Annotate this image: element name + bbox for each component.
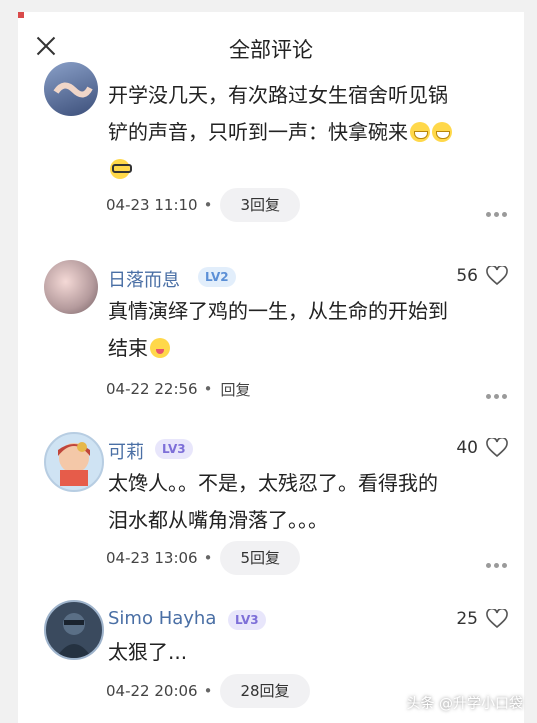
reply-button[interactable]: 28回复: [220, 674, 310, 708]
grin-icon: [432, 122, 452, 142]
watermark: 头条 @升学小口袋: [406, 696, 523, 712]
comment-item: 开学没几天，有次路过女生宿舍听见锅 铲的声音，只听到一声：快拿碗来 04-23 …: [18, 62, 524, 230]
reply-button[interactable]: 回复: [220, 379, 250, 400]
heart-icon[interactable]: [486, 438, 508, 458]
comment-item: 可莉 LV3 40 太馋人。。不是，太残忍了。看得我的 泪水都从嘴角滑落了。。。…: [18, 418, 524, 582]
comment-text: 真情演绎了鸡的一生，从生命的开始到 结束: [108, 299, 448, 360]
page-title: 全部评论: [229, 38, 313, 62]
avatar[interactable]: [44, 260, 98, 314]
comment-item: 日落而息 LV2 56 真情演绎了鸡的一生，从生命的开始到 结束 04-22 2…: [18, 248, 524, 408]
username[interactable]: 可莉: [108, 438, 144, 464]
username[interactable]: Simo Hayha: [108, 608, 216, 629]
comment-meta: 04-22 22:56 • 回复: [106, 379, 251, 400]
reply-button[interactable]: 5回复: [220, 541, 300, 575]
level-badge: LV3: [155, 439, 193, 459]
heart-icon[interactable]: [486, 266, 508, 286]
like-control[interactable]: 25: [456, 609, 508, 629]
timestamp: 04-23 11:10: [106, 196, 198, 214]
comment-meta: 04-23 13:06 • 5回复: [106, 541, 300, 575]
reply-button[interactable]: 3回复: [220, 188, 300, 222]
laugh-tongue-icon: [150, 338, 170, 358]
like-control[interactable]: 56: [456, 266, 508, 286]
like-count: 25: [456, 609, 478, 629]
like-count: 40: [456, 438, 478, 458]
avatar[interactable]: [44, 432, 104, 492]
comment-meta: 04-23 11:10 • 3回复: [106, 188, 300, 222]
avatar[interactable]: [44, 600, 104, 660]
comment-text: 太狠了...: [108, 640, 188, 664]
grin-icon: [410, 122, 430, 142]
like-control[interactable]: 40: [456, 438, 508, 458]
heart-icon[interactable]: [486, 609, 508, 629]
timestamp: 04-22 22:56: [106, 380, 198, 398]
corner-mark: [18, 12, 24, 18]
like-count: 56: [456, 266, 478, 286]
comment-text: 太馋人。。不是，太残忍了。看得我的 泪水都从嘴角滑落了。。。: [108, 471, 438, 532]
more-icon[interactable]: [486, 553, 510, 568]
timestamp: 04-23 13:06: [106, 549, 198, 567]
avatar[interactable]: [44, 62, 98, 116]
comment-meta: 04-22 20:06 • 28回复: [106, 674, 310, 708]
comments-header: 全部评论: [18, 12, 524, 76]
comment-text: 开学没几天，有次路过女生宿舍听见锅 铲的声音，只听到一声：快拿碗来: [108, 77, 508, 188]
more-icon[interactable]: [486, 384, 510, 399]
username[interactable]: 日落而息: [108, 266, 180, 292]
comments-panel: 全部评论 开学没几天，有次路过女生宿舍听见锅 铲的声音，只听到一声：快拿碗来 0…: [18, 12, 524, 723]
level-badge: LV2: [198, 267, 236, 287]
glasses-icon: [110, 159, 132, 179]
timestamp: 04-22 20:06: [106, 682, 198, 700]
more-icon[interactable]: [486, 202, 510, 217]
level-badge: LV3: [228, 610, 266, 630]
